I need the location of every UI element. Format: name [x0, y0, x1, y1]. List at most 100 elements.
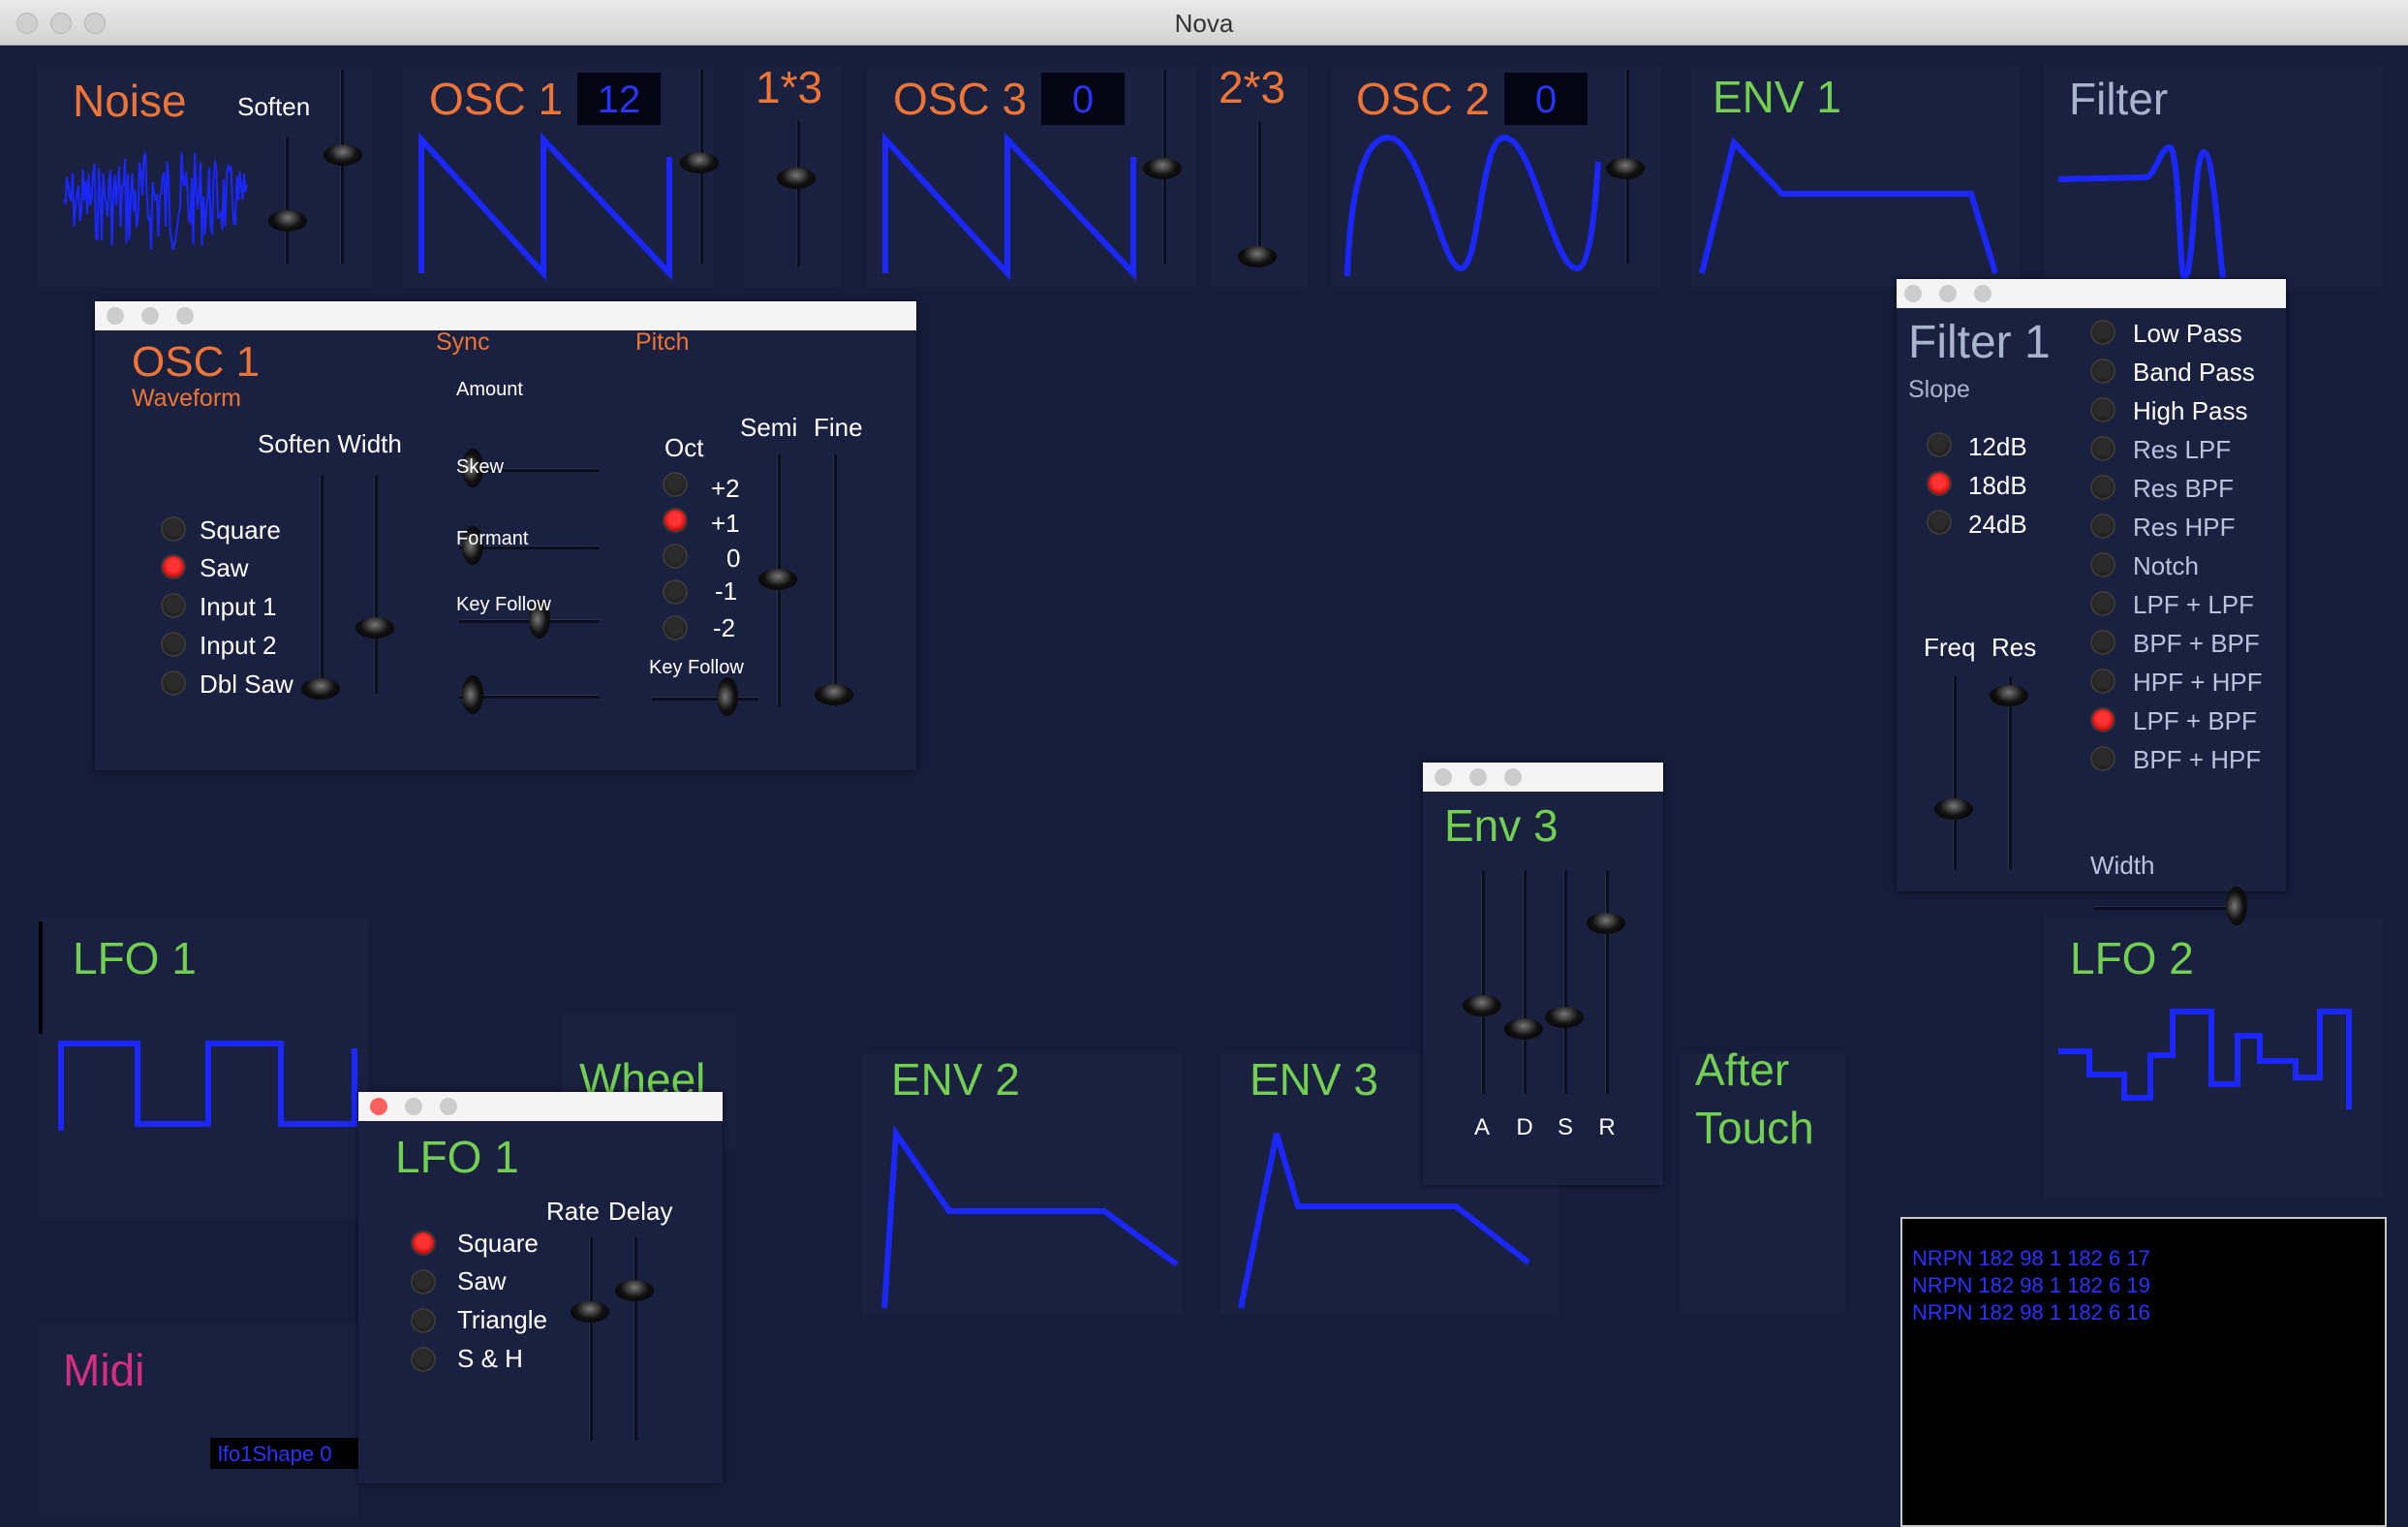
soften-slider-knob[interactable] [324, 144, 362, 166]
sync-key-follow-slider-knob[interactable] [462, 675, 483, 714]
env3-panel-titlebar[interactable] [1423, 763, 1663, 792]
decay-slider-knob[interactable] [1504, 1018, 1543, 1040]
panel-close-button[interactable] [370, 1098, 387, 1115]
octave-radio-0[interactable] [663, 544, 688, 569]
filter-type-radio[interactable] [2090, 358, 2115, 384]
filter-type-radio[interactable] [2090, 397, 2115, 422]
rate-label: Rate [546, 1197, 600, 1226]
filter-type-radio[interactable] [2090, 552, 2115, 577]
filter-type-radio[interactable] [2090, 320, 2115, 345]
filter-response-curve [2057, 143, 2226, 282]
lfo2-label: LFO 2 [2070, 933, 2194, 983]
mod23-slider-track[interactable] [1257, 121, 1261, 266]
release-slider-track[interactable] [1605, 871, 1609, 1094]
res-slider-knob[interactable] [1990, 685, 2028, 706]
filter-width-slider-track[interactable] [2094, 906, 2239, 910]
osc1-slider-knob[interactable] [680, 152, 719, 173]
panel-minimize-button[interactable] [141, 307, 159, 325]
osc1-panel-titlebar[interactable] [95, 301, 916, 330]
mod13-slider-track[interactable] [796, 121, 800, 266]
lfo-shape-radio-saw[interactable] [411, 1269, 436, 1294]
env2-curve [881, 1125, 1179, 1309]
octave-radio-plus1[interactable] [663, 508, 688, 533]
filter-type-radio[interactable] [2090, 591, 2115, 616]
filter-type-radio[interactable] [2090, 746, 2115, 771]
decay-slider-track[interactable] [1523, 871, 1527, 1094]
filter-type-radio[interactable] [2090, 669, 2115, 694]
noise-label: Noise [73, 76, 187, 126]
panel-minimize-button[interactable] [405, 1098, 422, 1115]
panel-zoom-button[interactable] [176, 307, 194, 325]
rate-slider-track[interactable] [589, 1237, 593, 1441]
lfo-shape-radio-sh[interactable] [411, 1347, 436, 1372]
filter-width-slider-knob[interactable] [2226, 887, 2247, 925]
freq-slider-track[interactable] [1953, 676, 1957, 870]
mod23-slider-knob[interactable] [1238, 246, 1277, 267]
filter-type-radio[interactable] [2090, 630, 2115, 655]
osc2-slider-knob[interactable] [1606, 158, 1645, 179]
semi-slider-knob[interactable] [758, 569, 797, 590]
delay-slider-track[interactable] [633, 1237, 637, 1441]
lfo1-panel-titlebar[interactable] [358, 1092, 723, 1121]
panel-minimize-button[interactable] [1469, 768, 1487, 786]
panel-close-button[interactable] [1435, 768, 1452, 786]
sustain-slider-knob[interactable] [1545, 1007, 1584, 1028]
attack-slider-track[interactable] [1481, 871, 1485, 1094]
filter-type-option-label: BPF + HPF [2133, 745, 2262, 774]
waveform-radio-input1[interactable] [161, 593, 186, 618]
slope-radio-24db[interactable] [1927, 510, 1952, 535]
waveform-radio-dblsaw[interactable] [161, 670, 186, 696]
panel-zoom-button[interactable] [1504, 768, 1522, 786]
filter-type-radio[interactable] [2090, 475, 2115, 500]
waveform-radio-input2[interactable] [161, 632, 186, 657]
slope-radio-18db[interactable] [1927, 471, 1952, 496]
width-slider-track[interactable] [374, 476, 378, 694]
pitch-key-follow-slider-knob[interactable] [717, 677, 738, 716]
pitch-key-follow-slider-track[interactable] [652, 697, 758, 701]
soften-slider-track[interactable] [320, 476, 324, 694]
panel-close-button[interactable] [107, 307, 124, 325]
fine-slider-knob[interactable] [815, 684, 853, 705]
panel-close-button[interactable] [1904, 285, 1922, 302]
delay-slider-knob[interactable] [615, 1280, 654, 1301]
osc2-value-display[interactable]: 0 [1504, 73, 1588, 125]
filter-type-radio[interactable] [2090, 436, 2115, 461]
mod13-slider-knob[interactable] [777, 168, 816, 189]
osc3-value-display[interactable]: 0 [1041, 73, 1125, 125]
filter1-panel-titlebar[interactable] [1897, 279, 2286, 308]
lfo-shape-option-label: Saw [457, 1266, 507, 1295]
noise-slider-1-track[interactable] [285, 138, 289, 264]
attack-slider-knob[interactable] [1463, 995, 1501, 1016]
width-slider-knob[interactable] [355, 617, 394, 639]
soften-slider-knob[interactable] [301, 678, 340, 700]
filter-type-option-label: Low Pass [2133, 319, 2242, 348]
filter-type-radio[interactable] [2090, 707, 2115, 732]
midi-label: Midi [63, 1345, 145, 1395]
panel-minimize-button[interactable] [1939, 285, 1957, 302]
waveform-radio-saw[interactable] [161, 554, 186, 579]
filter-type-option-label: HPF + HPF [2133, 668, 2263, 697]
soften-slider-track[interactable] [340, 70, 344, 264]
octave-radio-plus2[interactable] [663, 472, 688, 497]
soften-width-label: Soften Width [258, 429, 402, 458]
osc1-value-display[interactable]: 12 [577, 73, 661, 125]
sustain-slider-track[interactable] [1563, 871, 1567, 1094]
freq-slider-knob[interactable] [1934, 798, 1973, 820]
lfo1-panel: LFO 1 Rate Delay Square Saw Triangle S &… [358, 1092, 723, 1483]
fine-slider-track[interactable] [833, 454, 837, 706]
panel-zoom-button[interactable] [440, 1098, 457, 1115]
slope-radio-12db[interactable] [1927, 432, 1952, 457]
octave-radio-minus2[interactable] [663, 615, 688, 640]
osc3-slider-knob[interactable] [1143, 158, 1182, 179]
rate-slider-knob[interactable] [571, 1301, 609, 1323]
noise-slider-1-knob[interactable] [268, 210, 307, 232]
release-slider-knob[interactable] [1587, 913, 1625, 934]
lfo-shape-option-label: Square [457, 1229, 539, 1258]
lfo-shape-radio-square[interactable] [411, 1231, 436, 1256]
filter-type-radio[interactable] [2090, 514, 2115, 539]
adsr-label: A [1473, 1114, 1490, 1140]
panel-zoom-button[interactable] [1974, 285, 1991, 302]
waveform-radio-square[interactable] [161, 516, 186, 542]
octave-radio-minus1[interactable] [663, 579, 688, 605]
lfo-shape-radio-triangle[interactable] [411, 1308, 436, 1333]
